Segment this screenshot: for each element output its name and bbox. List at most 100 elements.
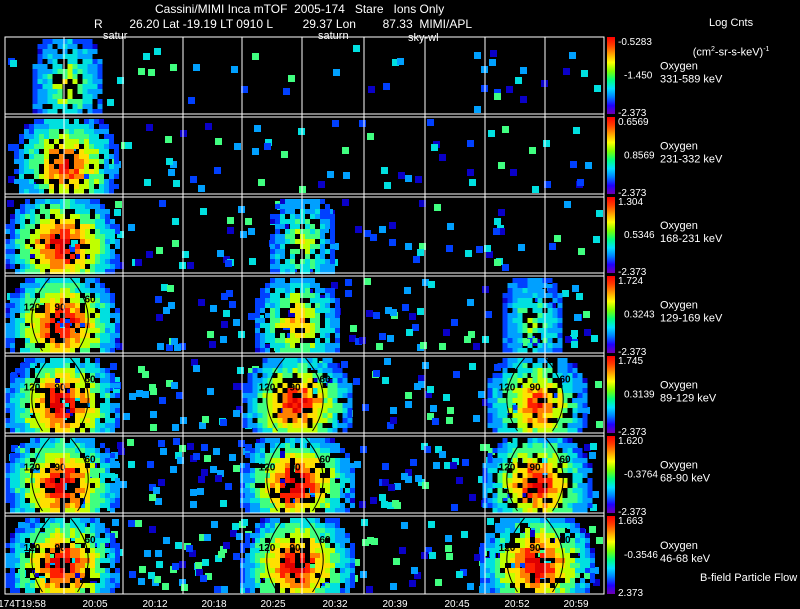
intensity-pixel: [270, 313, 275, 318]
intensity-pixel: [40, 278, 45, 283]
noise-pixel: [211, 521, 218, 528]
intensity-pixel: [487, 503, 493, 508]
intensity-pixel: [105, 538, 110, 543]
intensity-pixel: [115, 308, 120, 313]
intensity-pixel: [89, 154, 94, 159]
intensity-pixel: [305, 588, 310, 593]
intensity-pixel: [252, 398, 258, 403]
intensity-pixel: [260, 523, 265, 528]
intensity-pixel: [255, 563, 260, 568]
intensity-pixel: [75, 583, 80, 588]
noise-pixel: [456, 477, 463, 484]
species-label: Oxygen: [660, 540, 698, 552]
noise-pixel: [138, 366, 145, 373]
intensity-pixel: [532, 408, 538, 413]
intensity-pixel: [325, 563, 330, 568]
intensity-pixel: [90, 413, 95, 418]
intensity-pixel: [115, 413, 120, 418]
intensity-pixel: [115, 333, 120, 338]
intensity-pixel: [310, 249, 315, 254]
intensity-pixel: [100, 224, 105, 229]
intensity-pixel: [94, 169, 99, 174]
colorbar-max-label: -0.5283: [618, 37, 652, 48]
intensity-pixel: [110, 298, 115, 303]
intensity-pixel: [590, 568, 595, 573]
intensity-pixel: [104, 159, 109, 164]
intensity-pixel: [330, 528, 335, 533]
intensity-pixel: [295, 523, 300, 528]
intensity-pixel: [64, 144, 69, 149]
intensity-pixel: [290, 558, 295, 563]
intensity-pixel: [527, 398, 533, 403]
noise-pixel: [172, 424, 179, 431]
intensity-pixel: [315, 443, 320, 448]
intensity-pixel: [84, 164, 89, 169]
intensity-pixel: [64, 139, 69, 144]
intensity-pixel: [495, 528, 500, 533]
intensity-pixel: [34, 124, 39, 129]
intensity-pixel: [70, 398, 75, 403]
intensity-pixel: [5, 239, 10, 244]
intensity-pixel: [49, 174, 54, 179]
intensity-pixel: [92, 109, 98, 114]
intensity-pixel: [287, 403, 293, 408]
intensity-pixel: [100, 373, 105, 378]
noise-pixel: [469, 179, 476, 186]
intensity-pixel: [89, 174, 94, 179]
intensity-pixel: [330, 488, 335, 493]
intensity-pixel: [45, 333, 50, 338]
intensity-pixel: [325, 293, 330, 298]
intensity-pixel: [47, 69, 53, 74]
intensity-pixel: [77, 84, 83, 89]
intensity-pixel: [85, 283, 90, 288]
intensity-pixel: [275, 563, 280, 568]
intensity-pixel: [280, 288, 285, 293]
intensity-pixel: [587, 498, 593, 503]
intensity-pixel: [275, 558, 280, 563]
intensity-pixel: [562, 368, 568, 373]
noise-pixel: [157, 343, 164, 350]
intensity-pixel: [87, 54, 93, 59]
intensity-pixel: [570, 523, 575, 528]
intensity-pixel: [492, 418, 498, 423]
intensity-pixel: [285, 283, 290, 288]
intensity-pixel: [10, 313, 15, 318]
intensity-pixel: [115, 224, 120, 229]
intensity-pixel: [14, 149, 19, 154]
intensity-pixel: [15, 423, 20, 428]
intensity-pixel: [95, 383, 100, 388]
intensity-pixel: [540, 523, 545, 528]
intensity-pixel: [510, 568, 515, 573]
intensity-pixel: [290, 293, 295, 298]
intensity-pixel: [512, 303, 518, 308]
intensity-pixel: [250, 558, 255, 563]
noise-pixel: [221, 586, 228, 593]
intensity-pixel: [74, 129, 79, 134]
intensity-pixel: [517, 328, 523, 333]
colorbar-max-label: 1.304: [618, 197, 643, 208]
intensity-pixel: [532, 373, 538, 378]
intensity-pixel: [40, 254, 45, 259]
intensity-pixel: [97, 104, 103, 109]
noise-pixel: [368, 86, 375, 93]
intensity-pixel: [62, 109, 68, 114]
intensity-pixel: [315, 259, 320, 264]
intensity-pixel: [577, 418, 583, 423]
intensity-pixel: [325, 323, 330, 328]
intensity-pixel: [75, 453, 80, 458]
intensity-pixel: [547, 348, 553, 353]
intensity-pixel: [335, 538, 340, 543]
intensity-pixel: [517, 283, 523, 288]
intensity-pixel: [250, 503, 255, 508]
x-tick-label: 20:39: [382, 599, 407, 609]
intensity-pixel: [82, 44, 88, 49]
intensity-pixel: [92, 44, 98, 49]
intensity-pixel: [500, 558, 505, 563]
intensity-pixel: [10, 548, 15, 553]
intensity-pixel: [305, 343, 310, 348]
intensity-pixel: [15, 408, 20, 413]
intensity-pixel: [267, 423, 273, 428]
intensity-pixel: [350, 583, 355, 588]
noise-pixel: [565, 336, 572, 343]
intensity-pixel: [250, 553, 255, 558]
